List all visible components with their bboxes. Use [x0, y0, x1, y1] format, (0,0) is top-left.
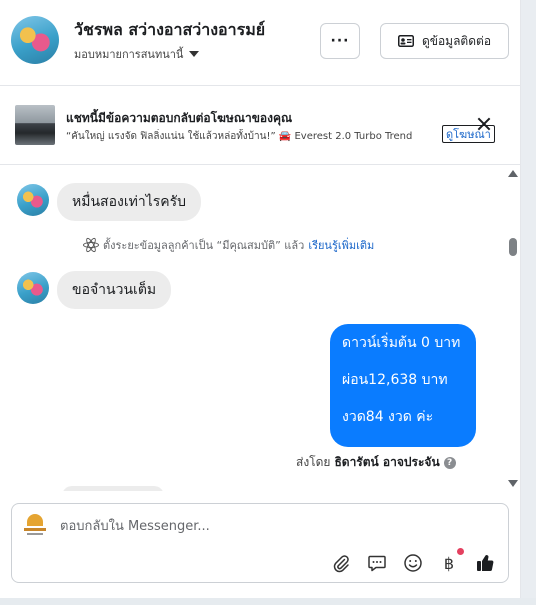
saved-replies-button[interactable]: [366, 552, 388, 574]
thumbs-up-icon: [477, 555, 494, 572]
smiley-icon: [404, 554, 422, 572]
customer-name[interactable]: วัชรพล สว่างอาสว่างอารมย์: [74, 18, 265, 43]
assign-label: มอบหมายการสนทนานี้: [74, 48, 184, 61]
sent-by-prefix: ส่งโดย: [296, 455, 331, 469]
more-options-button[interactable]: ···: [320, 23, 360, 59]
incoming-message-partial: [62, 486, 164, 491]
page-logo: [22, 514, 48, 536]
scroll-down-arrow-icon[interactable]: [508, 480, 518, 487]
outgoing-message[interactable]: ดาวน์เริ่มต้น 0 บาท ผ่อน12,638 บาท งวด84…: [330, 324, 476, 447]
scrollbar-thumb[interactable]: [509, 238, 517, 256]
contact-card-icon: [397, 35, 414, 47]
customer-avatar-small: [17, 272, 49, 304]
learn-more-link[interactable]: เรียนรู้เพิ่มเติม: [308, 236, 374, 254]
message-list: หมื่นสองเท่าไรครับ ตั้งระยะข้อมูลลูกค้าเ…: [0, 166, 505, 491]
ad-banner-subtitle: “คันใหญ่ แรงจัด ฟิลลิ่งแน่น ใช้แล้วหล่อท…: [66, 131, 413, 142]
baht-icon: ฿: [443, 553, 455, 573]
chat-bubble-icon: [368, 555, 386, 572]
view-contact-label: ดูข้อมูลติดต่อ: [421, 33, 492, 48]
outgoing-line: งวด84 งวด ค่ะ: [342, 409, 434, 425]
background-strip: [0, 598, 536, 605]
notice-text: ตั้งระยะข้อมูลลูกค้าเป็น “มีคุณสมบัติ” แ…: [103, 239, 305, 252]
atom-icon: [83, 236, 99, 254]
conversation-header: วัชรพล สว่างอาสว่างอารมย์ มอบหมายการสนทน…: [0, 0, 521, 86]
customer-avatar-small: [17, 184, 49, 216]
paperclip-icon: [333, 555, 349, 573]
payment-button[interactable]: ฿: [438, 548, 464, 574]
background-strip: [521, 0, 536, 605]
emoji-button[interactable]: [402, 552, 424, 574]
sender-name: ธิดารัตน์ อาจประจัน: [334, 455, 440, 469]
customer-avatar[interactable]: [11, 16, 59, 64]
sent-by-label: ส่งโดย ธิดารัตน์ อาจประจัน ?: [296, 453, 456, 472]
close-icon[interactable]: [476, 116, 492, 132]
ad-thumbnail: [15, 105, 55, 145]
like-button[interactable]: [474, 552, 496, 574]
ad-reply-banner: แชทนี้มีข้อความตอบกลับต่อโฆษณาของคุณ “คั…: [0, 87, 521, 165]
assign-conversation-dropdown[interactable]: มอบหมายการสนทนานี้: [74, 45, 200, 63]
help-icon[interactable]: ?: [443, 456, 456, 469]
ad-banner-title: แชทนี้มีข้อความตอบกลับต่อโฆษณาของคุณ: [66, 111, 293, 125]
view-contact-button[interactable]: ดูข้อมูลติดต่อ: [380, 23, 509, 59]
reply-input[interactable]: [60, 516, 480, 536]
caret-down-icon: [189, 51, 200, 57]
attach-file-button[interactable]: [330, 552, 352, 574]
reply-composer: ฿: [11, 503, 509, 583]
scroll-up-arrow-icon[interactable]: [508, 170, 518, 177]
composer-toolbar: ฿: [330, 548, 496, 574]
incoming-message[interactable]: หมื่นสองเท่าไรครับ: [57, 183, 202, 221]
outgoing-line: ผ่อน12,638 บาท: [342, 372, 448, 388]
system-notice: ตั้งระยะข้อมูลลูกค้าเป็น “มีคุณสมบัติ” แ…: [83, 236, 374, 254]
outgoing-line: ดาวน์เริ่มต้น 0 บาท: [342, 335, 461, 351]
incoming-message[interactable]: ขอจำนวนเต็ม: [57, 271, 172, 309]
conversation-panel: วัชรพล สว่างอาสว่างอารมย์ มอบหมายการสนทน…: [0, 0, 521, 598]
notification-dot: [457, 548, 464, 555]
